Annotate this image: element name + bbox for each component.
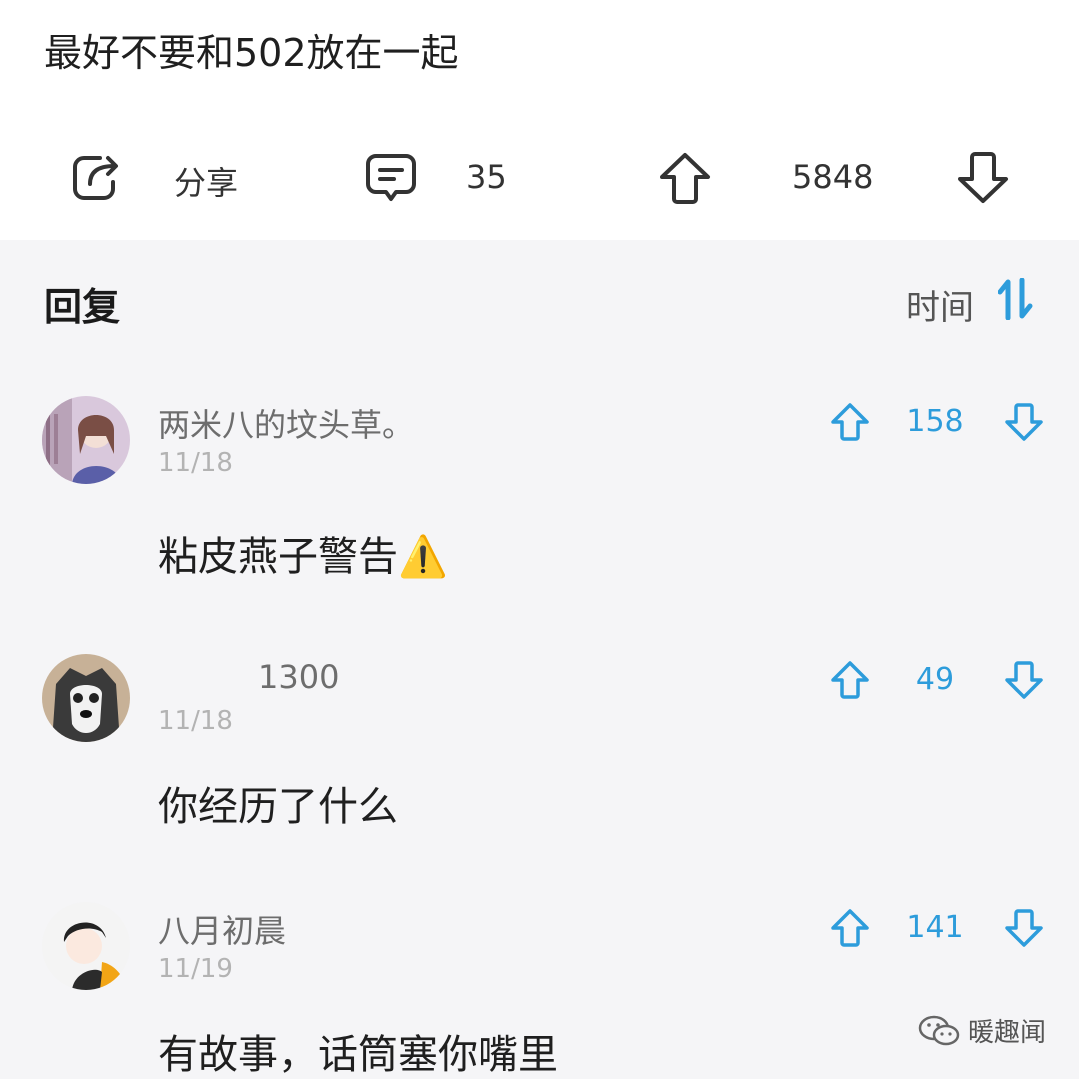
upvote-button[interactable] — [658, 150, 712, 206]
share-icon — [73, 156, 118, 200]
comment-vote-count: 158 — [906, 404, 964, 439]
watermark-text: 暖趣闻 — [968, 1018, 1047, 1048]
avatar[interactable] — [42, 654, 130, 742]
comment-icon — [366, 154, 416, 201]
upvote-count: 5848 — [792, 158, 874, 196]
downvote-arrow-icon — [958, 152, 1008, 203]
sort-icon[interactable] — [998, 278, 1034, 320]
comment-username[interactable]: 两米八的坟头草。 — [158, 400, 414, 446]
comment-upvote-icon[interactable] — [830, 402, 870, 442]
comment-username[interactable]: 八月初晨 — [158, 906, 286, 952]
comment-vote-count: 49 — [915, 662, 955, 697]
replies-title: 回复 — [44, 285, 121, 329]
comment-count: 35 — [466, 158, 507, 196]
upvote-arrow-icon — [660, 153, 710, 204]
wechat-icon — [918, 1015, 960, 1045]
comment-button[interactable] — [364, 150, 418, 206]
avatar-anime-girl-image — [42, 396, 130, 484]
sort-label[interactable]: 时间 — [906, 280, 974, 329]
comment-date: 11/18 — [158, 706, 233, 736]
downvote-button[interactable] — [956, 150, 1010, 206]
comment-downvote-icon[interactable] — [1004, 908, 1044, 948]
avatar-husky-dog-image — [42, 654, 130, 742]
comment-upvote-icon[interactable] — [830, 660, 870, 700]
comment-upvote-icon[interactable] — [830, 908, 870, 948]
avatar-young-man-image — [42, 902, 130, 990]
avatar[interactable] — [42, 396, 130, 484]
comment-date: 11/18 — [158, 448, 233, 478]
share-label[interactable]: 分享 — [174, 158, 238, 204]
comment-downvote-icon[interactable] — [1004, 660, 1044, 700]
comment-downvote-icon[interactable] — [1004, 402, 1044, 442]
watermark: 暖趣闻 — [918, 1012, 1046, 1049]
comment-text: 有故事，话筒塞你嘴里 — [158, 1032, 558, 1078]
share-button[interactable] — [70, 150, 124, 206]
comment-vote-count: 141 — [906, 910, 964, 945]
post-text: 最好不要和502放在一起 — [44, 31, 459, 75]
avatar[interactable] — [42, 902, 130, 990]
comment-username[interactable]: 1300 — [258, 658, 339, 696]
comment-text: 你经历了什么 — [158, 784, 398, 830]
comment-text: 粘皮燕子警告⚠️ — [158, 534, 448, 580]
comment-date: 11/19 — [158, 954, 233, 984]
post-header: 最好不要和502放在一起 分享 35 5848 — [0, 0, 1079, 240]
